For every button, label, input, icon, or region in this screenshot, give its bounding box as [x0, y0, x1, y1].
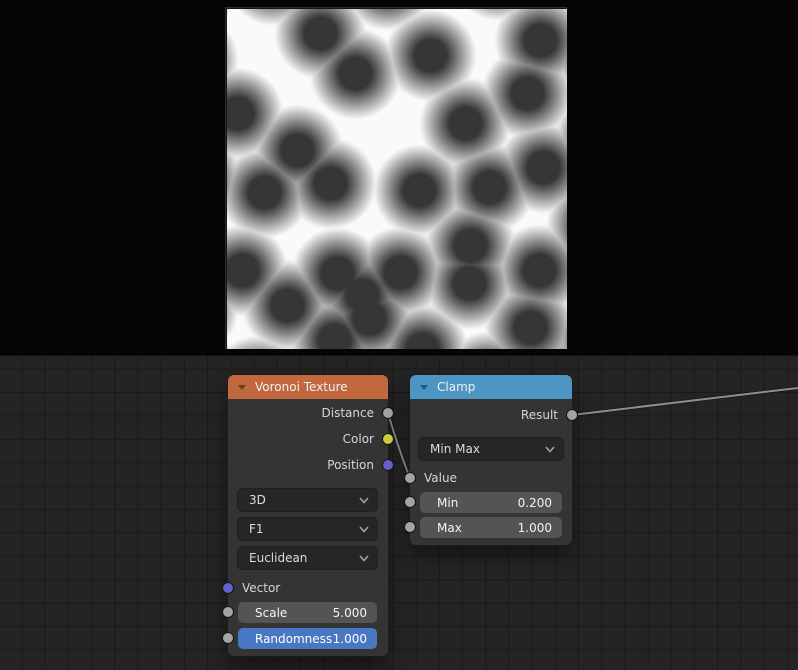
node-title: Clamp — [437, 380, 476, 394]
chevron-down-icon — [545, 445, 555, 453]
chevron-down-icon — [359, 525, 369, 533]
distance-output-socket[interactable] — [382, 407, 394, 419]
min-field[interactable]: Min 0.200 — [420, 492, 562, 513]
clamp-type-dropdown[interactable]: Min Max — [419, 438, 563, 460]
output-label-distance: Distance — [321, 406, 374, 420]
min-input-socket[interactable] — [404, 496, 416, 508]
clamp-node[interactable]: Clamp Result Min Max Value Min 0.200 Max… — [404, 375, 578, 545]
distance-metric-dropdown[interactable]: Euclidean — [238, 547, 377, 569]
texture-preview-region[interactable] — [0, 0, 798, 355]
result-output-socket[interactable] — [566, 409, 578, 421]
randomness-field[interactable]: Randomness 1.000 — [238, 628, 377, 649]
collapse-triangle-icon[interactable] — [420, 385, 428, 390]
scale-input-socket[interactable] — [222, 606, 234, 618]
dimensions-dropdown[interactable]: 3D — [238, 489, 377, 511]
max-field[interactable]: Max 1.000 — [420, 517, 562, 538]
chevron-down-icon — [359, 496, 369, 504]
voronoi-texture-preview-image — [227, 9, 567, 349]
min-value: 0.200 — [517, 495, 552, 510]
output-label-position: Position — [327, 458, 374, 472]
output-label-result: Result — [520, 408, 558, 422]
chevron-down-icon — [359, 554, 369, 562]
clamp-node-header[interactable]: Clamp — [410, 375, 572, 399]
randomness-input-socket[interactable] — [222, 632, 234, 644]
blender-window: { "voronoi_node": { "title": "Voronoi Te… — [0, 0, 798, 670]
feature-dropdown[interactable]: F1 — [238, 518, 377, 540]
output-label-color: Color — [342, 432, 374, 446]
scale-field[interactable]: Scale 5.000 — [238, 602, 377, 623]
voronoi-node-header[interactable]: Voronoi Texture — [228, 375, 388, 399]
node-editor-canvas[interactable] — [0, 355, 798, 670]
node-title: Voronoi Texture — [255, 380, 348, 394]
max-input-socket[interactable] — [404, 521, 416, 533]
color-output-socket[interactable] — [382, 433, 394, 445]
texture-preview-frame — [225, 7, 567, 349]
position-output-socket[interactable] — [382, 459, 394, 471]
value-input-socket[interactable] — [404, 472, 416, 484]
collapse-triangle-icon[interactable] — [238, 385, 246, 390]
voronoi-texture-node[interactable]: Voronoi Texture Distance Color Position … — [222, 375, 394, 656]
randomness-value: 1.000 — [332, 631, 367, 646]
input-label-value: Value — [424, 471, 457, 485]
input-label-vector: Vector — [242, 581, 281, 595]
scale-value: 5.000 — [332, 605, 367, 620]
vector-input-socket[interactable] — [222, 582, 234, 594]
max-value: 1.000 — [517, 520, 552, 535]
